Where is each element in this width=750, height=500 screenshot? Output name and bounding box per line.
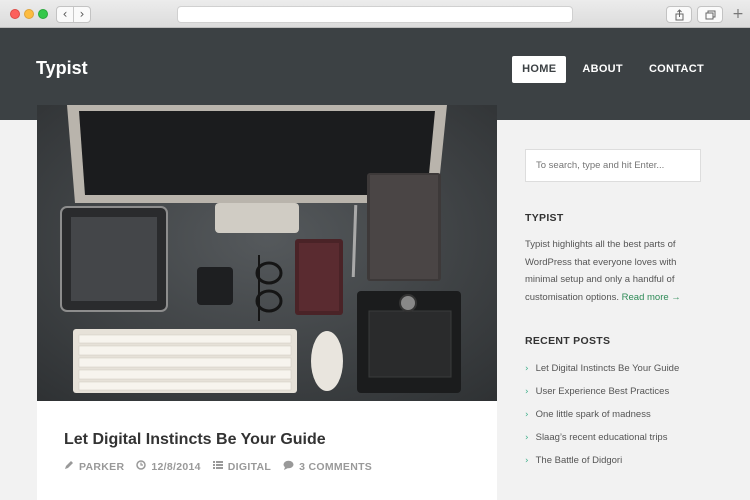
about-widget-text: Typist highlights all the best parts of … — [525, 236, 695, 306]
pencil-icon — [64, 460, 74, 473]
recent-posts-list: › Let Digital Instincts Be Your Guide › Us… — [525, 362, 725, 477]
post-meta: PARKER 12/8/2014 DIGITAL 3 COMMENTS — [64, 460, 384, 473]
comment-icon — [283, 460, 294, 473]
site-title[interactable]: Typist — [36, 58, 88, 79]
post-card: Let Digital Instincts Be Your Guide PARK… — [37, 105, 497, 500]
recent-posts-title: RECENT POSTS — [525, 335, 611, 347]
recent-post-link[interactable]: The Battle of Didgori — [536, 454, 623, 477]
post-title[interactable]: Let Digital Instincts Be Your Guide — [64, 431, 326, 449]
chevron-right-icon: › — [525, 364, 529, 374]
recent-post-item[interactable]: › Let Digital Instincts Be Your Guide — [525, 362, 725, 385]
nav-about[interactable]: ABOUT — [572, 56, 633, 83]
read-more-link[interactable]: Read more → — [622, 292, 681, 303]
clock-icon — [136, 460, 147, 473]
history-buttons: ‹ › — [56, 6, 91, 23]
nav-home[interactable]: HOME — [512, 56, 567, 83]
tabs-icon — [705, 10, 716, 20]
chevron-right-icon: › — [525, 433, 529, 443]
back-button[interactable]: ‹ — [57, 7, 74, 22]
post-category-label: DIGITAL — [227, 460, 272, 473]
recent-post-item[interactable]: › One little spark of madness — [525, 408, 725, 431]
close-window-button[interactable] — [10, 9, 20, 19]
post-author[interactable]: PARKER — [64, 460, 124, 473]
share-button[interactable] — [666, 6, 692, 23]
post-comments[interactable]: 3 COMMENTS — [283, 460, 372, 473]
list-icon — [212, 460, 223, 473]
post-category[interactable]: DIGITAL — [212, 460, 272, 473]
nav-contact[interactable]: CONTACT — [639, 56, 714, 83]
recent-post-link[interactable]: User Experience Best Practices — [536, 385, 670, 408]
address-bar[interactable] — [177, 6, 573, 23]
browser-toolbar: ‹ › + — [0, 0, 750, 28]
post-date-label: 12/8/2014 — [151, 460, 201, 473]
chevron-right-icon: › — [525, 456, 529, 466]
new-tab-button[interactable]: + — [731, 7, 745, 22]
recent-post-link[interactable]: One little spark of madness — [536, 408, 651, 431]
recent-post-item[interactable]: › Slaag’s recent educational trips — [525, 431, 725, 454]
chevron-right-icon: › — [525, 387, 529, 397]
post-featured-image[interactable] — [37, 105, 497, 401]
show-tabs-button[interactable] — [697, 6, 723, 23]
post-comments-label: 3 COMMENTS — [299, 460, 373, 473]
recent-post-item[interactable]: › The Battle of Didgori — [525, 454, 725, 477]
post-date: 12/8/2014 — [136, 460, 200, 473]
minimize-window-button[interactable] — [24, 9, 34, 19]
forward-button[interactable]: › — [74, 7, 90, 22]
search-input[interactable] — [525, 149, 701, 182]
post-author-label: PARKER — [79, 460, 125, 473]
share-icon — [675, 9, 684, 21]
recent-post-link[interactable]: Slaag’s recent educational trips — [536, 431, 668, 454]
zoom-window-button[interactable] — [38, 9, 48, 19]
recent-post-item[interactable]: › User Experience Best Practices — [525, 385, 725, 408]
main-nav: HOME ABOUT CONTACT — [506, 56, 714, 83]
chevron-right-icon: › — [525, 410, 529, 420]
about-widget-title: TYPIST — [525, 212, 564, 224]
recent-post-link[interactable]: Let Digital Instincts Be Your Guide — [536, 362, 680, 385]
